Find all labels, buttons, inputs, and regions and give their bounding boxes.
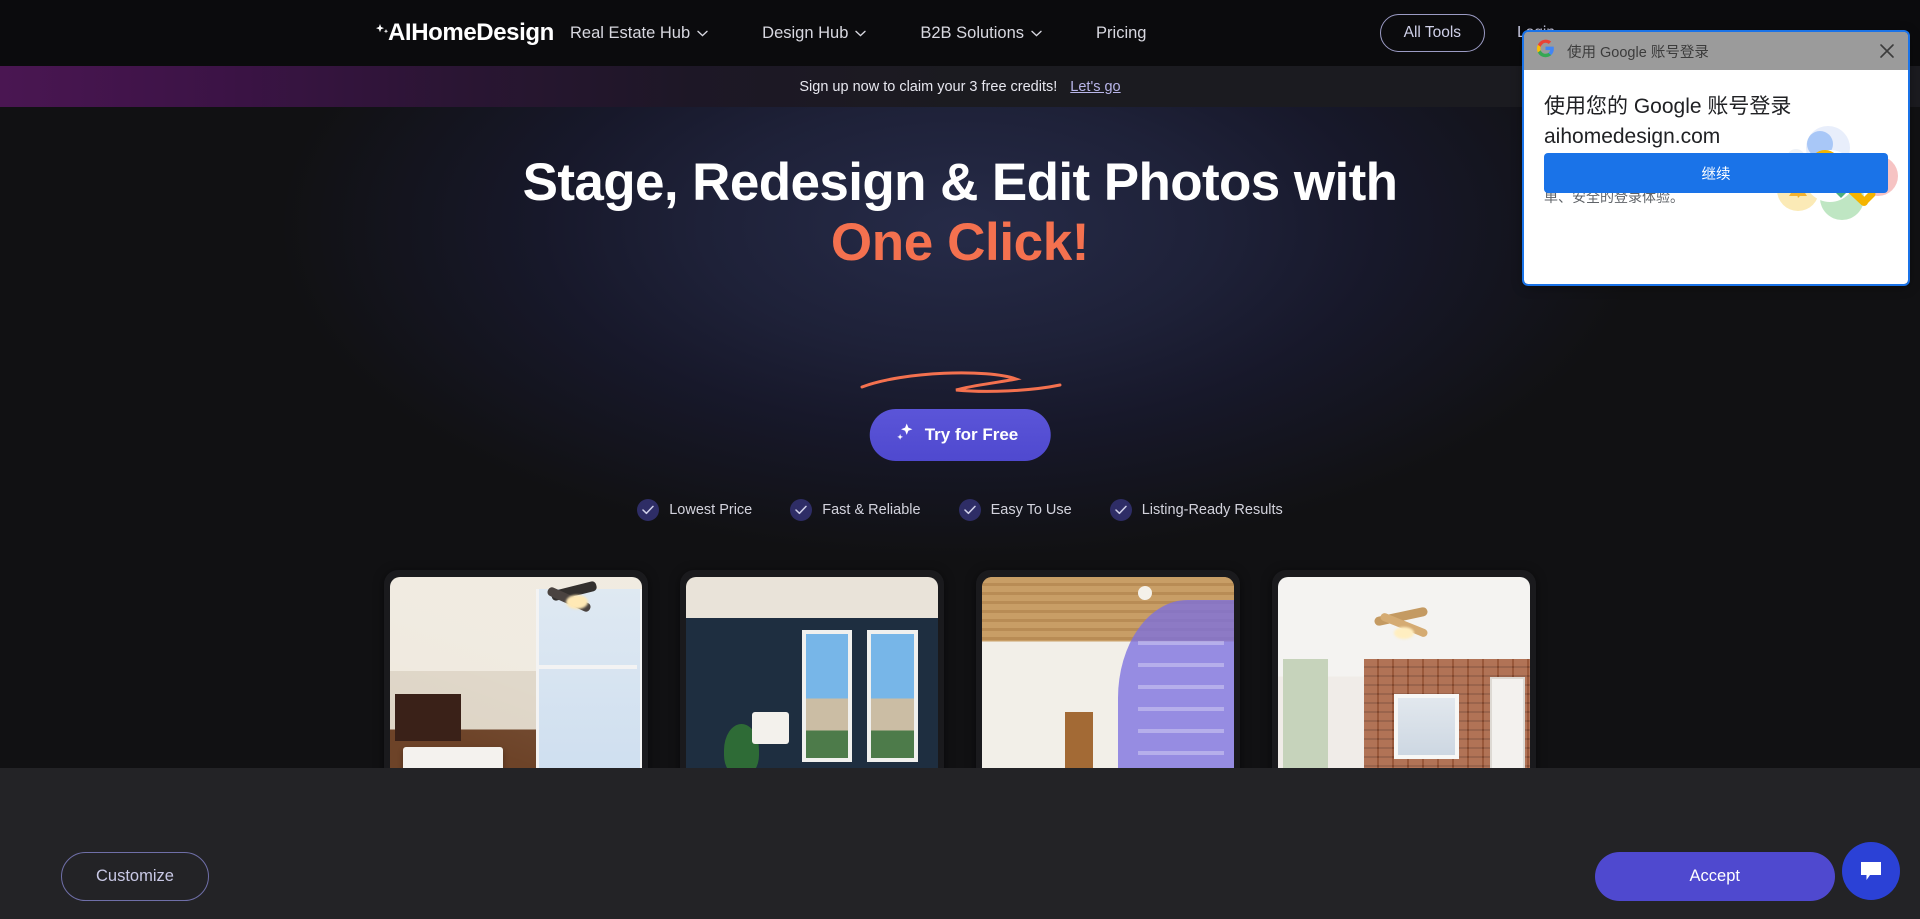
feature-label: Listing-Ready Results: [1141, 502, 1283, 518]
promo-link[interactable]: Let's go: [1070, 79, 1120, 95]
try-for-free-label: Try for Free: [924, 425, 1019, 444]
page-root: AIHomeDesign Real Estate Hub Design Hub …: [0, 0, 1920, 919]
nav-label: Design Hub: [762, 23, 849, 42]
feature-item-easy-to-use: Easy To Use: [958, 499, 1072, 521]
google-one-tap-dialog: 使用 Google 账号登录 使用您的 Google 账号登录 aihomede…: [1522, 30, 1910, 286]
feature-item-listing-ready-results: Listing-Ready Results: [1109, 499, 1283, 521]
chevron-down-icon: [1031, 30, 1042, 37]
chevron-down-icon: [855, 30, 867, 37]
nav-label: Real Estate Hub: [570, 23, 691, 42]
feature-item-lowest-price: Lowest Price: [637, 499, 752, 521]
google-one-tap-body: 使用您的 Google 账号登录 aihomedesign.com 不再需要记住…: [1524, 70, 1908, 220]
sparkle-icon: [896, 423, 914, 447]
nav-label: B2B Solutions: [920, 23, 1025, 42]
google-one-tap-continue-button[interactable]: 继续: [1544, 153, 1888, 193]
try-for-free-button[interactable]: Try for Free: [869, 409, 1051, 461]
feature-label: Fast & Reliable: [822, 502, 921, 518]
promo-text: Sign up now to claim your 3 free credits…: [799, 78, 1058, 95]
check-icon: [790, 499, 813, 521]
feature-item-fast-reliable: Fast & Reliable: [790, 499, 921, 521]
google-g-icon: [1536, 39, 1555, 63]
underline-squiggle: [860, 371, 1062, 393]
nav-item-pricing[interactable]: Pricing: [1096, 24, 1146, 43]
feature-list: Lowest Price Fast & Reliable Easy To Use…: [0, 499, 1920, 521]
check-icon: [958, 499, 981, 521]
main-nav: Real Estate Hub Design Hub B2B Solutions…: [570, 0, 1146, 66]
nav-label: Pricing: [1096, 23, 1147, 42]
feature-label: Easy To Use: [990, 502, 1072, 518]
google-one-tap-title: 使用 Google 账号登录: [1567, 44, 1709, 61]
nav-item-b2b-solutions[interactable]: B2B Solutions: [920, 24, 1042, 43]
site-logo-text: AIHomeDesign: [388, 19, 554, 46]
google-one-tap-heading-line2: aihomedesign.com: [1544, 125, 1721, 148]
cookie-consent-banner: We use cookies to enhance your experienc…: [0, 768, 1920, 919]
chevron-down-icon: [697, 30, 708, 37]
google-one-tap-heading: 使用您的 Google 账号登录 aihomedesign.com: [1544, 92, 1794, 152]
close-icon[interactable]: [1876, 40, 1898, 62]
site-logo[interactable]: AIHomeDesign: [376, 19, 554, 47]
feature-label: Lowest Price: [669, 502, 753, 518]
chat-bubble-icon[interactable]: [1842, 842, 1900, 900]
check-icon: [637, 499, 660, 521]
nav-item-real-estate-hub[interactable]: Real Estate Hub: [570, 24, 708, 43]
nav-item-design-hub[interactable]: Design Hub: [762, 23, 867, 43]
customize-button[interactable]: Customize: [61, 852, 209, 901]
accept-button[interactable]: Accept: [1594, 852, 1835, 901]
google-one-tap-titlebar: 使用 Google 账号登录: [1524, 32, 1908, 70]
all-tools-button[interactable]: All Tools: [1379, 14, 1486, 52]
check-icon: [1109, 499, 1132, 521]
google-one-tap-heading-line1: 使用您的 Google 账号登录: [1544, 95, 1792, 118]
